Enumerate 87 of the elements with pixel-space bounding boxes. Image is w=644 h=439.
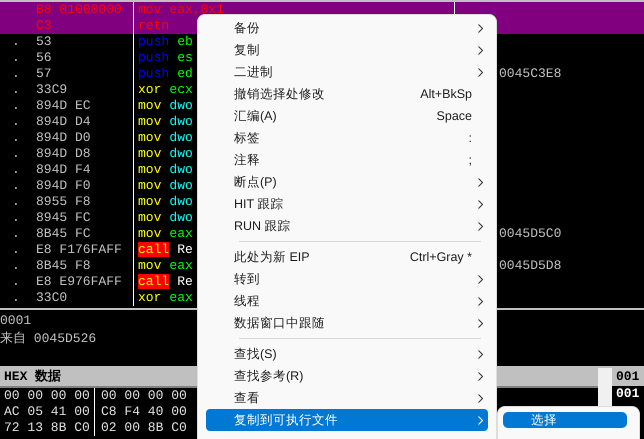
hex-bytes: 894D D8 xyxy=(36,146,91,161)
row-marker: . xyxy=(12,130,20,145)
comment: 0045C3E8 xyxy=(499,66,562,81)
row-marker: . xyxy=(12,210,20,225)
operand: dwo xyxy=(169,178,193,193)
row-marker: . xyxy=(12,194,20,209)
info-line: 来自 0045D526 xyxy=(0,330,96,348)
mnemonic: mov xyxy=(138,210,162,225)
hex-bytes: 894D F0 xyxy=(36,178,91,193)
hex-bytes: 894D D0 xyxy=(36,130,91,145)
mnemonic: push xyxy=(138,66,170,81)
hex-bytes: 8B45 F8 xyxy=(36,258,91,273)
hex-bytes: 894D EC xyxy=(36,98,91,113)
mnemonic: mov xyxy=(138,258,162,273)
hex-bytes: C3 xyxy=(36,18,52,33)
pane-title: HEX 数据 xyxy=(4,369,62,384)
operand: Re xyxy=(177,242,193,257)
row-marker: . xyxy=(12,114,20,129)
hex-bytes: 33C0 xyxy=(36,290,68,305)
stack-cell-text: 001 xyxy=(615,386,640,402)
mnemonic: mov xyxy=(138,162,162,177)
operand: dwo xyxy=(169,146,193,161)
operand: dwo xyxy=(169,194,193,209)
mnemonic: mov xyxy=(138,2,162,17)
hex-cell: 72 13 8B C0 xyxy=(0,420,95,436)
operand: Re xyxy=(177,274,193,289)
row-marker: . xyxy=(12,290,20,305)
mnemonic: push xyxy=(138,50,170,65)
hex-bytes: 8B45 FC xyxy=(36,226,91,241)
row-marker: . xyxy=(12,50,20,65)
info-line: 0001 xyxy=(0,312,32,330)
operand: dwo xyxy=(169,210,193,225)
row-marker: . xyxy=(12,66,20,81)
operand: eax xyxy=(169,226,193,241)
hex-cell-text: C8 F4 40 00 xyxy=(100,404,187,420)
mnemonic: xor xyxy=(138,82,162,97)
hex-bytes: 56 xyxy=(36,50,52,65)
row-marker: . xyxy=(12,82,20,97)
mnemonic: mov xyxy=(138,98,162,113)
comment: 0045D5C0 xyxy=(499,226,562,241)
mnemonic: mov xyxy=(138,146,162,161)
hex-bytes: 57 xyxy=(36,66,52,81)
hex-bytes: 8945 FC xyxy=(36,210,91,225)
operand: dwo xyxy=(169,114,193,129)
hex-bytes: 894D D4 xyxy=(36,114,91,129)
mnemonic: mov xyxy=(138,130,162,145)
mnemonic: call xyxy=(138,274,170,289)
hex-bytes: 8955 F8 xyxy=(36,194,91,209)
operand: eax xyxy=(169,290,193,305)
stack-header: 001 xyxy=(612,368,644,386)
operand: ecx xyxy=(169,82,193,97)
mnemonic: mov xyxy=(138,226,162,241)
hex-bytes: E8 E976FAFF xyxy=(36,274,122,289)
row-marker: . xyxy=(12,258,20,273)
hex-cell-text: 02 00 8B C0 xyxy=(100,420,187,436)
hex-cell-text: 00 00 00 00 xyxy=(100,388,187,404)
operand: ed xyxy=(177,66,193,81)
operand: dwo xyxy=(169,162,193,177)
hex-bytes: 33C9 xyxy=(36,82,68,97)
hex-bytes: 53 xyxy=(36,34,52,49)
row-marker: . xyxy=(12,226,20,241)
row-marker: . xyxy=(12,98,20,113)
operand: dwo xyxy=(169,98,193,113)
operand: es xyxy=(177,50,193,65)
row-marker: . xyxy=(12,178,20,193)
comment: 0045D5D8 xyxy=(499,258,562,273)
hex-cell: 00 00 00 00 xyxy=(0,388,95,404)
mnemonic: call xyxy=(138,242,170,257)
mnemonic: xor xyxy=(138,290,162,305)
hex-bytes: E8 F176FAFF xyxy=(36,242,122,257)
operand: eax xyxy=(169,258,193,273)
mnemonic: retn xyxy=(138,18,170,33)
mnemonic: mov xyxy=(138,114,162,129)
operand: eax,0x1 xyxy=(169,2,224,17)
mnemonic: mov xyxy=(138,178,162,193)
hex-bytes: 894D F4 xyxy=(36,162,91,177)
row-marker: . xyxy=(12,162,20,177)
operand: eb xyxy=(177,34,193,49)
hex-bytes: B8 01000000 xyxy=(36,2,122,17)
hex-cell: AC 05 41 00 xyxy=(0,404,95,420)
operand: dwo xyxy=(169,130,193,145)
row-marker: . xyxy=(12,34,20,49)
mnemonic: push xyxy=(138,34,170,49)
mnemonic: mov xyxy=(138,194,162,209)
row-marker: . xyxy=(12,242,20,257)
row-marker: . xyxy=(12,274,20,289)
row-marker: . xyxy=(12,146,20,161)
